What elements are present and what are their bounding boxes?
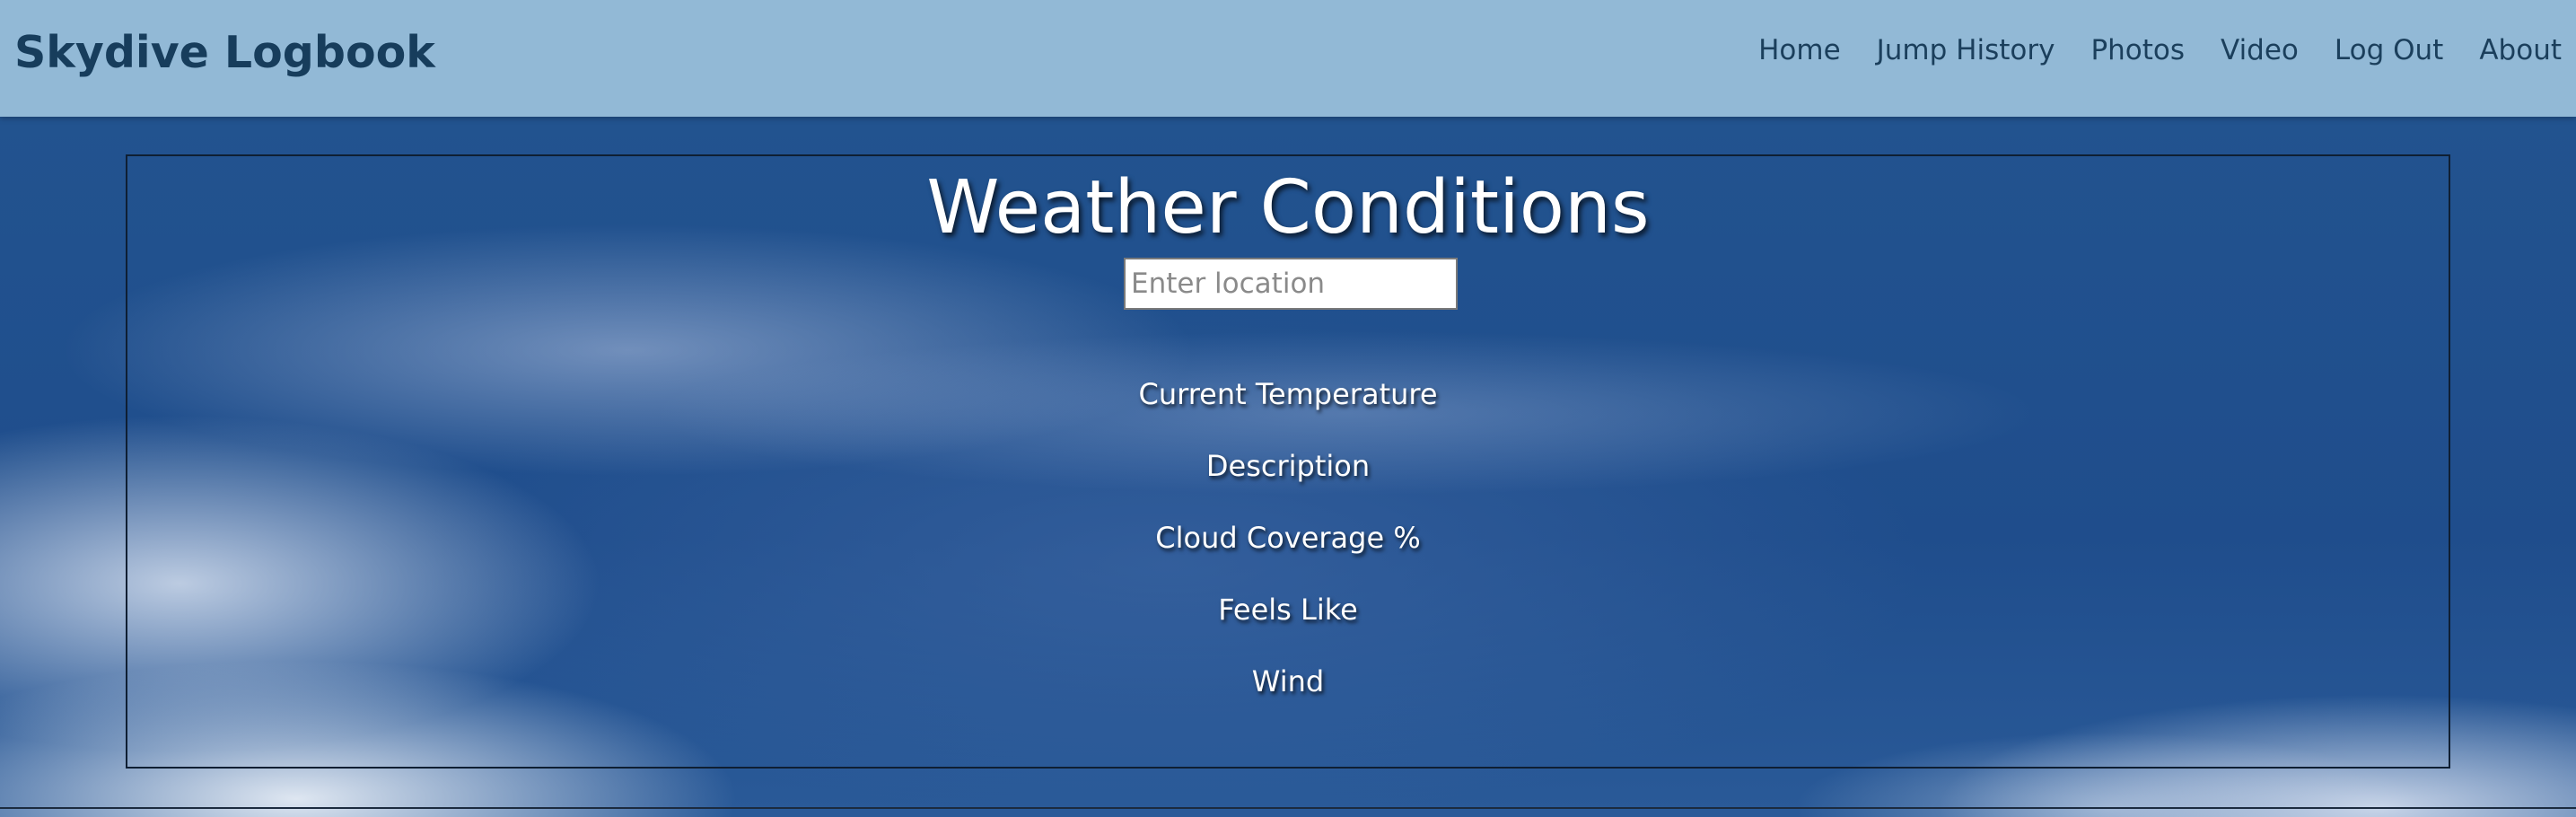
main-nav: Home Jump History Photos Video Log Out A… xyxy=(1722,34,2562,66)
current-temperature-label: Current Temperature xyxy=(1138,377,1438,411)
nav-jump-history[interactable]: Jump History xyxy=(1877,34,2055,66)
nav-home[interactable]: Home xyxy=(1758,34,1841,66)
feels-like-label: Feels Like xyxy=(1218,593,1358,627)
wind-label: Wind xyxy=(1251,664,1325,698)
nav-log-out[interactable]: Log Out xyxy=(2335,34,2443,66)
description-label: Description xyxy=(1205,449,1371,483)
page-title: Weather Conditions xyxy=(926,165,1650,250)
footer-divider xyxy=(0,807,2576,809)
cloud-coverage-label: Cloud Coverage % xyxy=(1155,521,1421,555)
location-search-input[interactable] xyxy=(1124,258,1458,310)
weather-panel: Weather Conditions Current Temperature D… xyxy=(126,154,2450,769)
nav-about[interactable]: About xyxy=(2479,34,2562,66)
nav-video[interactable]: Video xyxy=(2221,34,2299,66)
nav-photos[interactable]: Photos xyxy=(2090,34,2185,66)
top-navbar: Skydive Logbook Home Jump History Photos… xyxy=(0,0,2576,117)
site-brand[interactable]: Skydive Logbook xyxy=(14,27,435,78)
